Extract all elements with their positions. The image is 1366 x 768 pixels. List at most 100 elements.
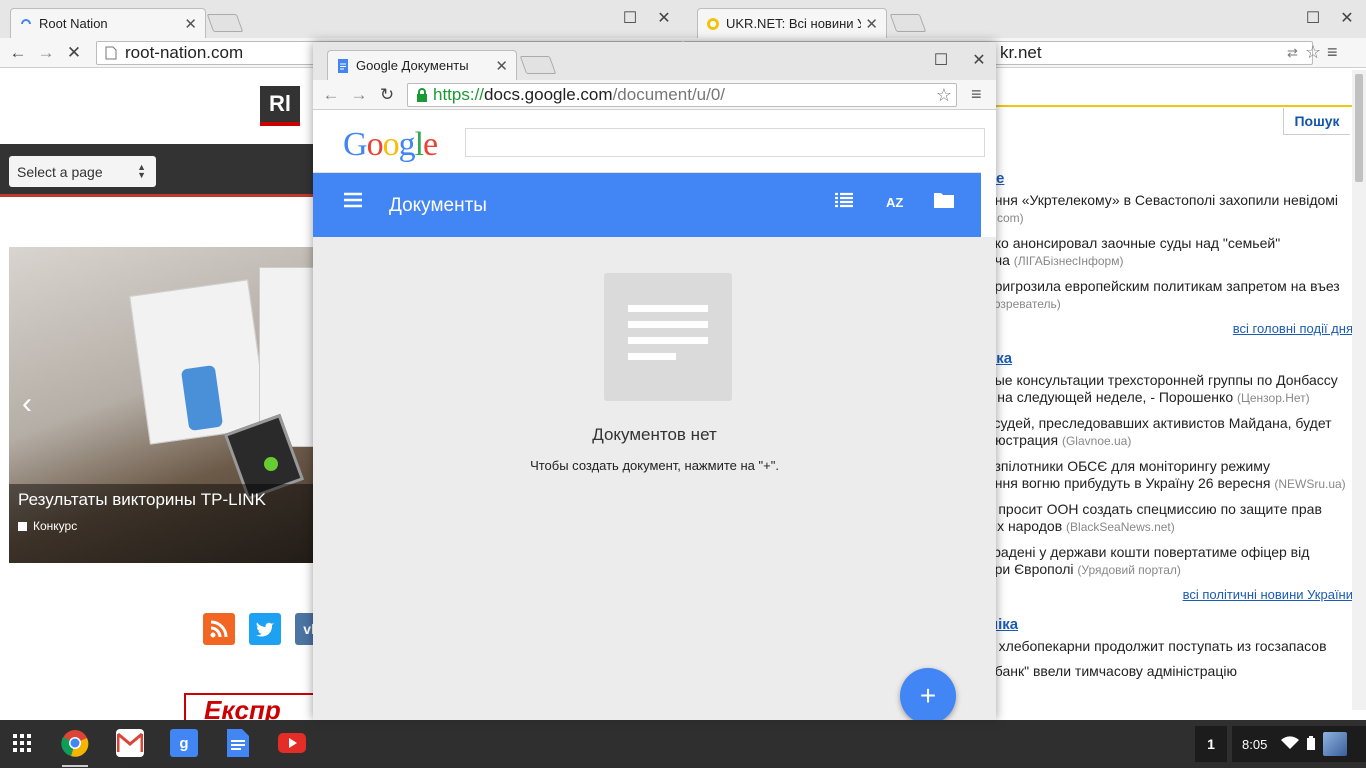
- notification-count: 1: [1207, 736, 1215, 752]
- close-window-icon[interactable]: ✕: [652, 6, 676, 30]
- close-tab-icon[interactable]: ✕: [184, 15, 197, 33]
- news-section: міка а хлебопекарни продолжит поступать …: [987, 616, 1353, 680]
- create-document-button[interactable]: +: [900, 668, 956, 720]
- maximize-icon[interactable]: ☐: [618, 6, 642, 30]
- news-item[interactable]: пригрозила европейским политикам запрето…: [987, 278, 1353, 313]
- reload-icon[interactable]: ↻: [373, 85, 401, 105]
- folder-icon[interactable]: [933, 191, 955, 215]
- news-text: а хлебопекарни продолжит поступать из го…: [987, 638, 1327, 654]
- tab-ukr-net[interactable]: UKR.NET: Всі новини Ук ✕: [697, 8, 887, 38]
- bookmark-star-icon[interactable]: ☆: [1305, 42, 1321, 63]
- url-scheme: https://: [433, 85, 485, 104]
- news-item[interactable]: крадені у держави кошти повертатиме офіц…: [987, 544, 1353, 579]
- vertical-scrollbar[interactable]: [1352, 70, 1366, 710]
- shelf: g 1 8:05: [0, 720, 1366, 768]
- rss-icon[interactable]: [203, 613, 235, 645]
- google-docs-icon[interactable]: [224, 729, 252, 757]
- slider-title[interactable]: Результаты викторины TP-LINK: [18, 490, 266, 510]
- news-text: обанк" ввели тимчасову адміністрацію: [987, 663, 1237, 679]
- scrollbar-thumb[interactable]: [1355, 74, 1363, 182]
- news-text: в просит ООН создать спецмиссию по защит…: [987, 501, 1322, 517]
- new-tab-button[interactable]: [889, 14, 927, 32]
- stop-icon[interactable]: ✕: [60, 43, 88, 63]
- forward-icon[interactable]: →: [345, 85, 373, 105]
- bookmark-star-icon[interactable]: ☆: [936, 85, 952, 106]
- twitter-icon[interactable]: [249, 613, 281, 645]
- maximize-icon[interactable]: ☐: [929, 48, 953, 72]
- chrome-icon[interactable]: [61, 729, 89, 757]
- select-page-dropdown[interactable]: Select a page ▲ ▼: [9, 156, 156, 187]
- news-item[interactable]: ные консультации трехсторонней группы по…: [987, 372, 1353, 407]
- tab-title: UKR.NET: Всі новини Ук: [726, 16, 862, 31]
- notification-tray[interactable]: 1: [1195, 726, 1227, 762]
- tabstrip: UKR.NET: Всі новини Ук ✕ ☐ ✕: [683, 0, 1366, 38]
- slider-prev-icon[interactable]: ‹: [22, 387, 32, 421]
- docs-favicon-icon: [336, 58, 350, 73]
- close-tab-icon[interactable]: ✕: [865, 15, 878, 33]
- close-window-icon[interactable]: ✕: [967, 48, 991, 72]
- list-view-icon[interactable]: [834, 191, 854, 214]
- news-item[interactable]: нко анонсировал заочные суды над "семьей…: [987, 235, 1353, 270]
- news-section: ика ные консультации трехсторонней групп…: [987, 350, 1353, 602]
- news-text-line2: при Європолі: [987, 561, 1074, 577]
- address-bar[interactable]: https://docs.google.com/document/u/0/ ☆: [407, 83, 957, 107]
- news-item[interactable]: обанк" ввели тимчасову адміністрацію: [987, 663, 1353, 680]
- news-text: крадені у держави кошти повертатиме офіц…: [987, 544, 1310, 560]
- google-logo[interactable]: Google: [343, 126, 438, 164]
- news-source: (BlackSeaNews.net): [1066, 520, 1175, 534]
- tabstrip: Google Документы ✕ ☐ ✕: [313, 42, 996, 80]
- clock: 8:05: [1242, 736, 1268, 752]
- green-led: [264, 457, 278, 471]
- promo-banner[interactable]: Експр: [184, 693, 324, 720]
- back-icon[interactable]: ←: [317, 85, 345, 105]
- more-link[interactable]: всі головні події дня: [987, 321, 1353, 336]
- sort-az-icon[interactable]: AZ: [886, 195, 903, 210]
- youtube-icon[interactable]: [278, 729, 306, 757]
- section-heading[interactable]: міка: [987, 616, 1353, 638]
- back-icon[interactable]: ←: [4, 43, 32, 63]
- url-text: kr.net: [1000, 43, 1042, 62]
- section-heading[interactable]: ика: [987, 350, 1353, 372]
- google-search-icon[interactable]: g: [170, 729, 198, 757]
- google-header: Google: [313, 112, 985, 173]
- news-source: (Урядовий портал): [1077, 563, 1181, 577]
- app-launcher-icon[interactable]: [8, 729, 36, 757]
- news-text: езпілотники ОБСЄ для моніторингу режиму: [987, 458, 1270, 474]
- menu-icon[interactable]: ≡: [971, 84, 982, 105]
- news-item[interactable]: езпілотники ОБСЄ для моніторингу режиму е…: [987, 458, 1353, 493]
- secure-lock-icon: [417, 88, 427, 102]
- news-item[interactable]: в просит ООН создать спецмиссию по защит…: [987, 501, 1353, 536]
- news-text: ные консультации трехсторонней группы по…: [987, 372, 1338, 388]
- forward-icon[interactable]: →: [32, 43, 60, 63]
- featured-slider[interactable]: ‹ Результаты викторины TP-LINK Конкурс: [9, 247, 315, 563]
- new-tab-button[interactable]: [206, 14, 244, 32]
- window-google-docs: Google Документы ✕ ☐ ✕ ← → ↻ https://doc…: [313, 42, 996, 720]
- news-item[interactable]: ення «Укртелекому» в Севастополі захопил…: [987, 192, 1353, 227]
- hamburger-menu-icon[interactable]: [343, 191, 363, 214]
- site-logo[interactable]: Rl: [260, 86, 300, 126]
- slider-category[interactable]: Конкурс: [18, 519, 77, 533]
- search-input[interactable]: [465, 128, 985, 157]
- news-item[interactable]: ′ судей, преследовавших активистов Майда…: [987, 415, 1353, 450]
- active-app-indicator: [62, 765, 88, 767]
- more-link[interactable]: всі політичні новини України: [987, 587, 1353, 602]
- news-item[interactable]: а хлебопекарни продолжит поступать из го…: [987, 638, 1353, 655]
- close-tab-icon[interactable]: ✕: [495, 57, 508, 75]
- toolbar: ← → ↻ https://docs.google.com/document/u…: [313, 80, 996, 110]
- gmail-icon[interactable]: [116, 729, 144, 757]
- search-button[interactable]: Пошук: [1283, 108, 1350, 135]
- translate-icon[interactable]: ⇄: [1287, 45, 1298, 61]
- section-heading[interactable]: не: [987, 170, 1353, 192]
- ukr-favicon-icon: [706, 17, 720, 31]
- menu-icon[interactable]: ≡: [1327, 42, 1338, 63]
- news-text-line2: т на следующей неделе, - Порошенко: [987, 389, 1234, 405]
- news-text-line2: ення вогню прибудуть в Україну 26 вересн…: [987, 475, 1271, 491]
- select-label: Select a page: [17, 163, 103, 180]
- tab-google-docs[interactable]: Google Документы ✕: [327, 50, 517, 80]
- status-area[interactable]: 8:05: [1232, 726, 1366, 762]
- close-window-icon[interactable]: ✕: [1335, 6, 1359, 30]
- new-tab-button[interactable]: [519, 56, 557, 74]
- select-arrows-icon: ▲ ▼: [137, 162, 146, 180]
- maximize-icon[interactable]: ☐: [1301, 6, 1325, 30]
- tab-root-nation[interactable]: Root Nation ✕: [10, 8, 206, 38]
